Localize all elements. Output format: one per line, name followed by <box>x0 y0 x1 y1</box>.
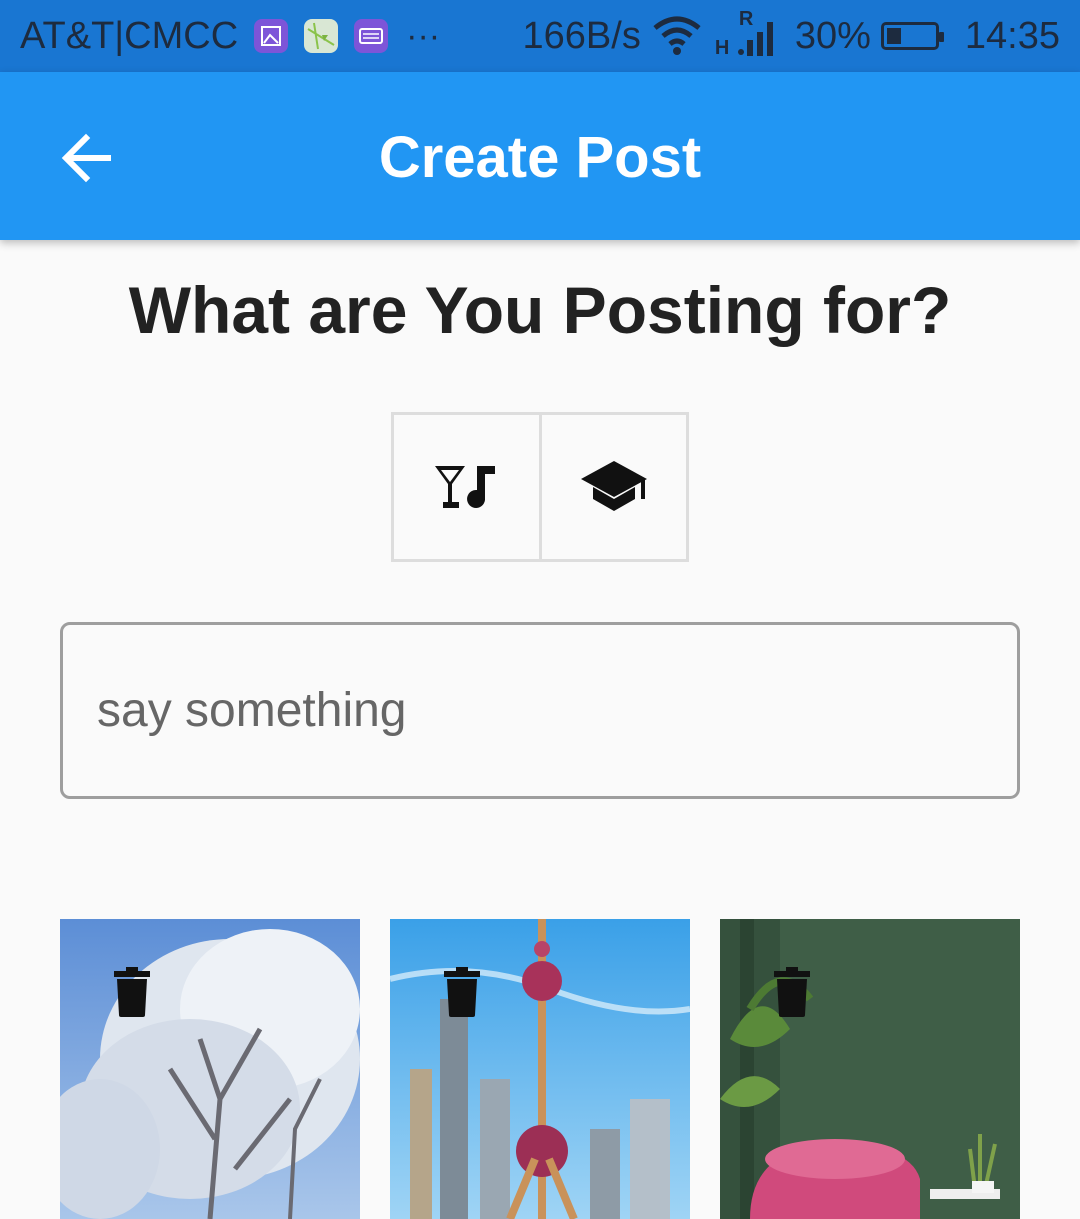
image-thumbnail[interactable] <box>60 919 360 1219</box>
status-bar: AT&T|CMCC ··· 166B/s H R 30% 14:35 <box>0 0 1080 72</box>
interior-armchair-photo <box>720 919 1020 1219</box>
carrier-label: AT&T|CMCC <box>20 14 239 57</box>
wifi-icon <box>653 16 701 55</box>
delete-image-button[interactable] <box>442 967 482 1017</box>
nightlife-icon <box>435 466 496 508</box>
category-school-button[interactable] <box>538 415 687 559</box>
post-text-input[interactable] <box>60 622 1020 799</box>
category-nightlife-button[interactable] <box>394 415 539 559</box>
maps-icon <box>304 19 339 53</box>
network-speed: 166B/s <box>522 14 641 57</box>
trash-icon <box>444 967 480 1017</box>
image-thumbnail[interactable] <box>390 919 690 1219</box>
clock: 14:35 <box>964 14 1060 57</box>
trash-icon <box>774 967 810 1017</box>
keyboard-icon <box>354 19 389 53</box>
page-title: Create Post <box>378 125 702 190</box>
gallery-icon <box>254 19 289 53</box>
app-bar: Create Post <box>0 72 1080 240</box>
delete-image-button[interactable] <box>772 967 812 1017</box>
more-notifications-icon: ··· <box>406 16 441 55</box>
section-heading: What are You Posting for? <box>128 273 952 347</box>
battery-icon <box>880 22 944 50</box>
battery-percent: 30% <box>794 14 871 57</box>
category-toggle-group <box>391 412 689 562</box>
image-thumbnail[interactable] <box>720 919 1020 1219</box>
delete-image-button[interactable] <box>112 967 152 1017</box>
trash-icon <box>114 967 150 1017</box>
status-right: 166B/s H R 30% 14:35 <box>522 8 1060 60</box>
city-tower-photo <box>390 919 690 1219</box>
frosted-trees-photo <box>60 919 360 1219</box>
network-type: H <box>714 37 730 59</box>
school-icon <box>580 461 647 511</box>
signal-icon: H R <box>713 8 785 60</box>
